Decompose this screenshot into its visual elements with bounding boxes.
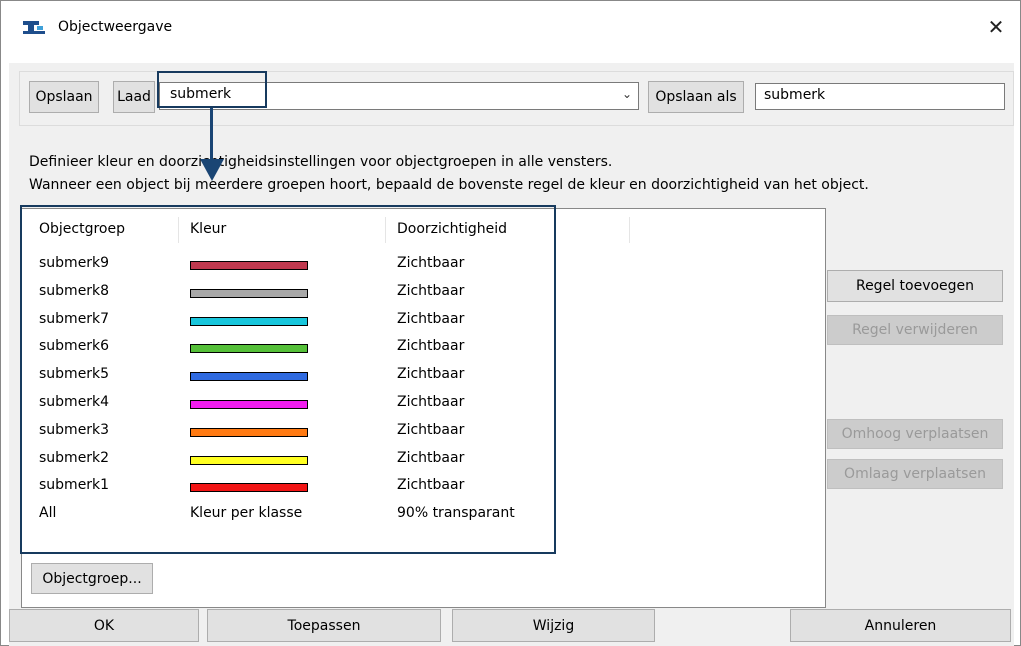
window-title: Objectweergave [58,19,173,35]
annotation-arrow-head-icon [200,159,224,181]
chevron-down-icon[interactable]: ⌄ [622,87,632,101]
title-bar: Objectweergave ✕ [1,1,1020,55]
annotation-arrow-line [210,108,213,163]
save-as-name-field[interactable]: submerk [755,83,1005,110]
save-as-button[interactable]: Opslaan als [648,81,744,113]
objectgroup-button[interactable]: Objectgroep... [31,563,153,594]
save-button[interactable]: Opslaan [29,81,99,113]
objectweergave-dialog: Objectweergave ✕ Opslaan Laad submerk ⌄ … [0,0,1021,646]
load-button[interactable]: Laad [113,81,155,113]
app-icon [23,21,45,34]
close-icon[interactable]: ✕ [985,16,1007,38]
move-down-button[interactable]: Omlaag verplaatsen [827,459,1003,489]
change-button[interactable]: Wijzig [452,609,655,642]
apply-button[interactable]: Toepassen [207,609,441,642]
column-divider[interactable] [629,217,630,243]
annotation-highlight-list [20,205,556,554]
description-line-1: Definieer kleur en doorzichtigheidsinste… [29,154,613,170]
add-rule-button[interactable]: Regel toevoegen [827,270,1003,302]
move-up-button[interactable]: Omhoog verplaatsen [827,419,1003,449]
remove-rule-button[interactable]: Regel verwijderen [827,315,1003,345]
description-line-2: Wanneer een object bij meerdere groepen … [29,177,869,193]
save-as-name-value: submerk [764,87,826,103]
cancel-button[interactable]: Annuleren [790,609,1011,642]
annotation-highlight-combo [157,71,267,108]
ok-button[interactable]: OK [9,609,199,642]
